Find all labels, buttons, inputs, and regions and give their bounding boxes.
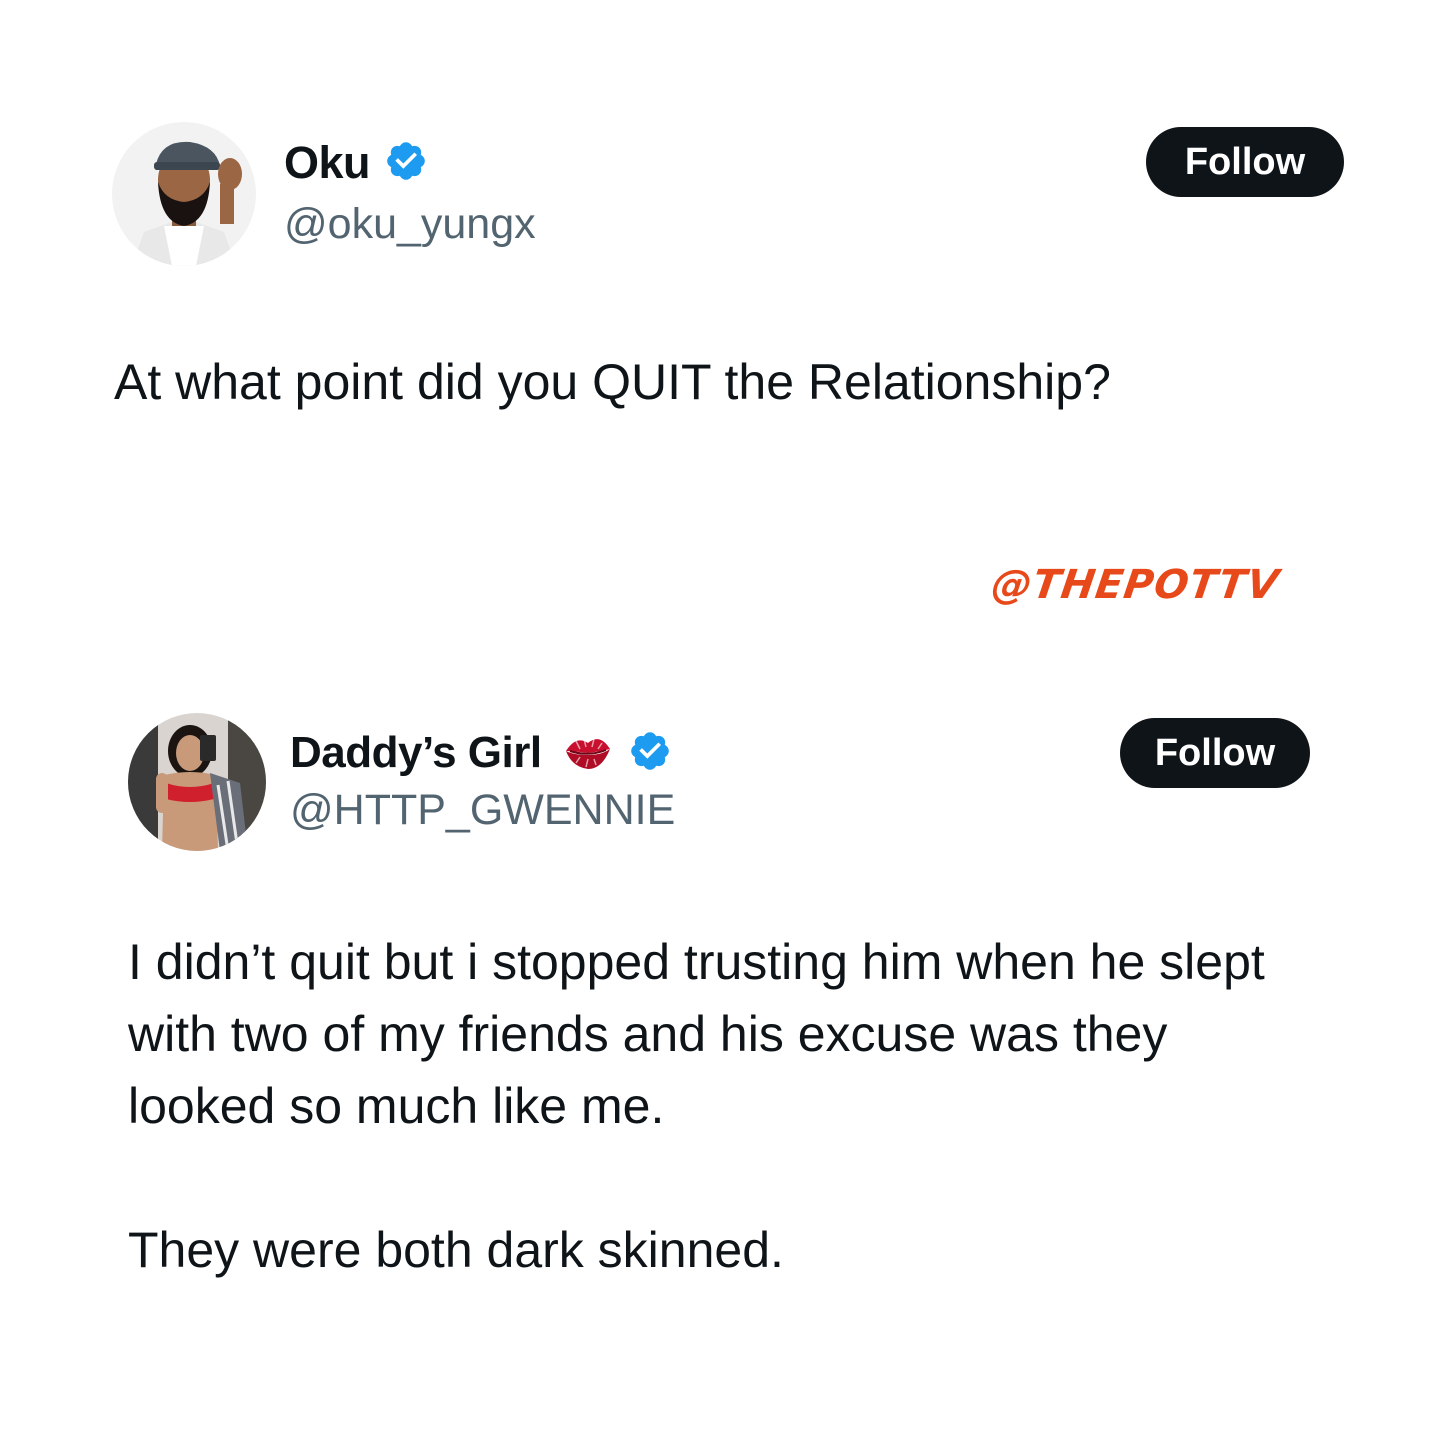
follow-button[interactable]: Follow — [1120, 718, 1310, 788]
user-handle[interactable]: @oku_yungx — [284, 200, 536, 249]
display-name[interactable]: Daddy’s Girl — [290, 728, 542, 778]
avatar[interactable] — [128, 713, 266, 851]
tweet-text: I didn’t quit but i stopped trusting him… — [128, 926, 1288, 1286]
kiss-lips-icon — [562, 729, 614, 778]
tweet-text: At what point did you QUIT the Relations… — [114, 346, 1314, 418]
verified-badge-icon — [628, 729, 672, 778]
avatar[interactable] — [112, 122, 256, 266]
display-name[interactable]: Oku — [284, 137, 371, 189]
verified-badge-icon — [384, 139, 428, 188]
author-name-row: Daddy’s Girl — [290, 726, 672, 780]
user-handle[interactable]: @HTTP_GWENNIE — [290, 786, 675, 835]
tweet-paragraph: They were both dark skinned. — [128, 1222, 784, 1278]
tweet-paragraph: I didn’t quit but i stopped trusting him… — [128, 934, 1265, 1134]
watermark: @THEPOTTV — [988, 562, 1283, 608]
author-name-row: Oku — [284, 136, 428, 190]
tweet-paragraph: At what point did you QUIT the Relations… — [114, 354, 1111, 410]
follow-button[interactable]: Follow — [1146, 127, 1344, 197]
